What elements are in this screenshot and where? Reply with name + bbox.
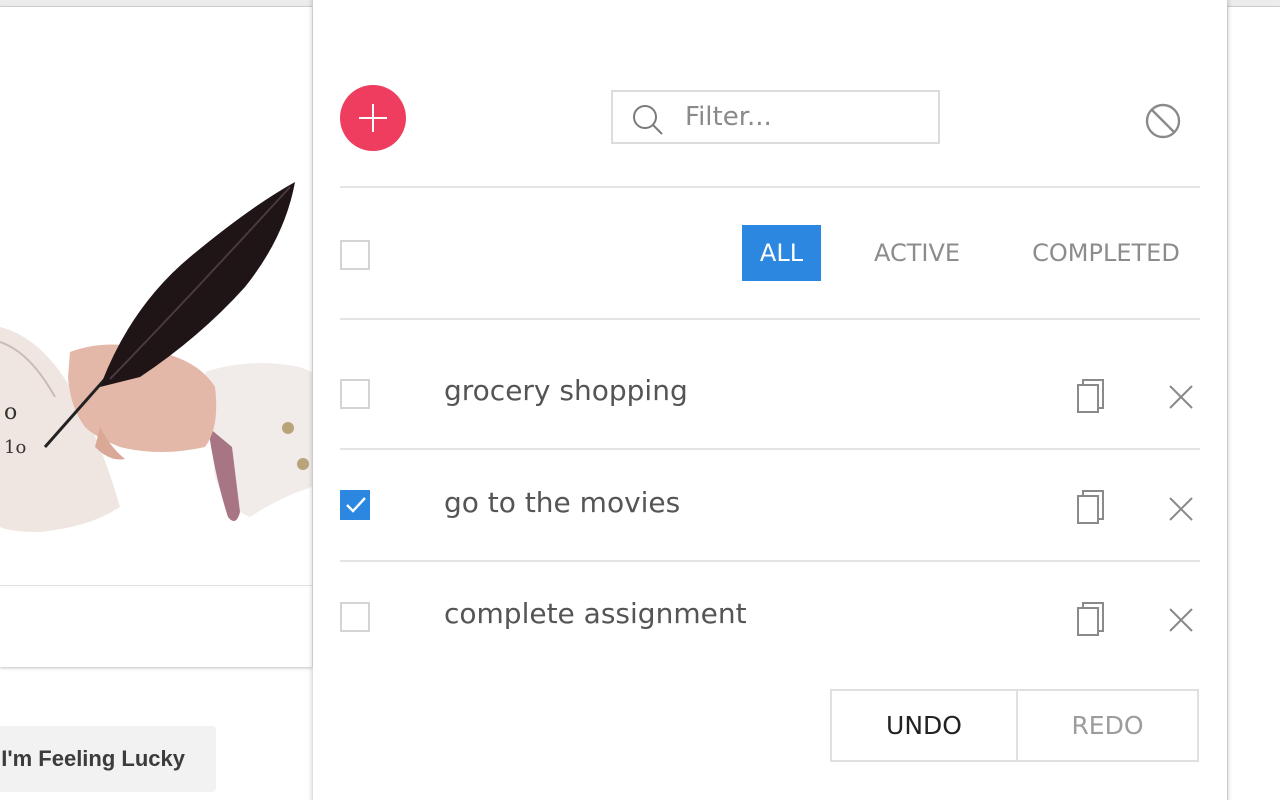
todo-text[interactable]: go to the movies	[444, 486, 680, 519]
tab-active[interactable]: ACTIVE	[862, 225, 972, 281]
divider	[340, 318, 1200, 320]
close-icon[interactable]	[1167, 495, 1195, 523]
undo-button[interactable]: UNDO	[832, 691, 1018, 760]
feeling-lucky-button[interactable]: I'm Feeling Lucky	[0, 726, 216, 792]
todo-text[interactable]: grocery shopping	[444, 374, 688, 407]
copy-icon[interactable]	[1076, 601, 1106, 637]
ban-icon[interactable]	[1144, 102, 1182, 140]
todo-checkbox[interactable]	[340, 379, 370, 409]
copy-icon[interactable]	[1076, 489, 1106, 525]
doodle-card: o 1o	[0, 7, 312, 667]
svg-text:1o: 1o	[4, 437, 26, 458]
todo-checkbox[interactable]	[340, 490, 370, 520]
plus-icon	[359, 104, 387, 132]
divider	[340, 186, 1200, 188]
filter-box	[611, 90, 940, 144]
copy-icon[interactable]	[1076, 378, 1106, 414]
divider	[340, 560, 1200, 562]
redo-button[interactable]: REDO	[1018, 691, 1197, 760]
history-button-group: UNDO REDO	[830, 689, 1199, 762]
search-icon	[633, 105, 663, 135]
toggle-all-checkbox[interactable]	[340, 240, 370, 270]
card-divider	[0, 585, 312, 586]
svg-text:o: o	[4, 400, 17, 425]
close-icon[interactable]	[1167, 383, 1195, 411]
add-todo-button[interactable]	[340, 85, 406, 151]
todo-text[interactable]: complete assignment	[444, 597, 747, 630]
close-icon[interactable]	[1167, 606, 1195, 634]
tab-completed[interactable]: COMPLETED	[1020, 225, 1192, 281]
todo-checkbox[interactable]	[340, 602, 370, 632]
quill-doodle-image: o 1o	[0, 182, 312, 532]
right-background-card	[1228, 7, 1280, 800]
divider	[340, 448, 1200, 450]
checkmark-icon	[346, 497, 366, 513]
filter-input[interactable]	[685, 100, 925, 134]
tab-all[interactable]: ALL	[742, 225, 821, 281]
